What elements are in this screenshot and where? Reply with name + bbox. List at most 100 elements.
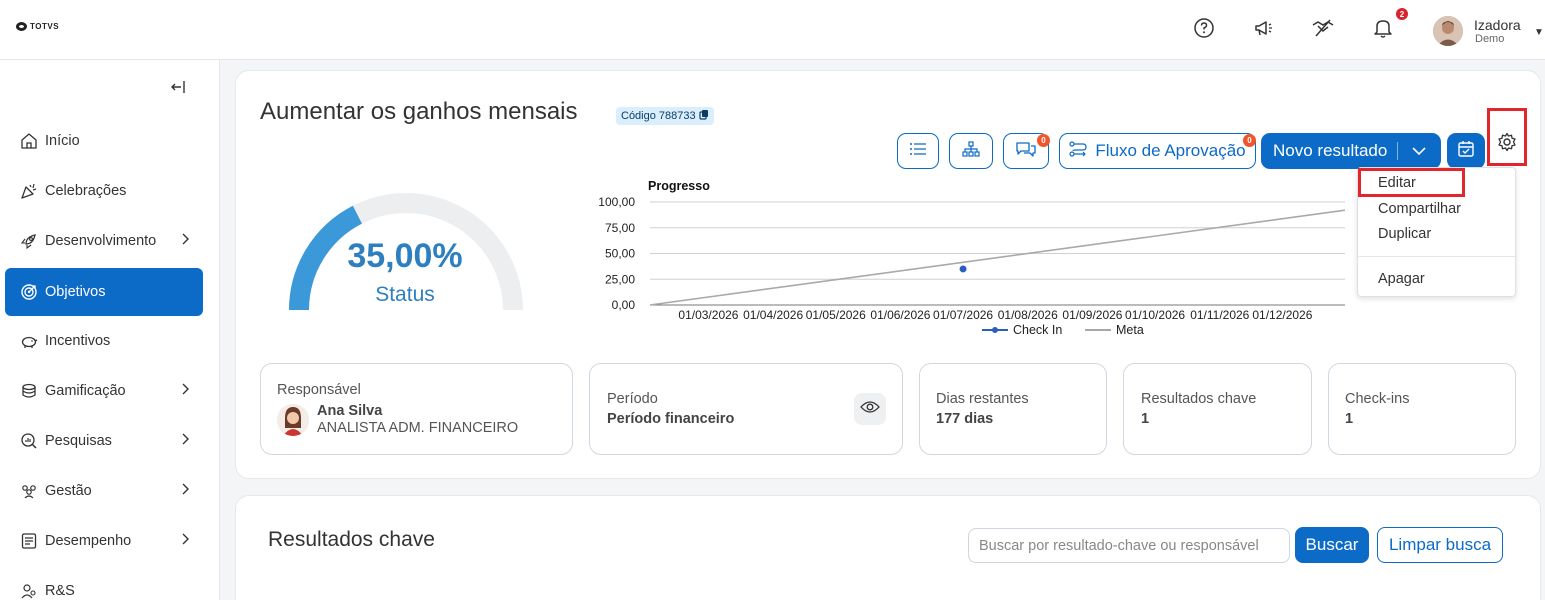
- y-tick-label: 50,00: [605, 247, 635, 261]
- notification-badge: 2: [1396, 8, 1408, 20]
- menu-item-duplicar[interactable]: Duplicar: [1378, 226, 1431, 242]
- new-result-button[interactable]: Novo resultado: [1261, 133, 1441, 169]
- search-button[interactable]: Buscar: [1295, 527, 1369, 563]
- legend-item[interactable]: Meta: [1085, 323, 1144, 337]
- sidebar-item-objetivos[interactable]: Objetivos: [5, 268, 203, 316]
- y-tick-label: 75,00: [605, 221, 635, 235]
- hierarchy-icon: [962, 140, 980, 162]
- search-chart-icon: [19, 431, 39, 451]
- sidebar-item-rs[interactable]: R&S: [5, 567, 203, 600]
- days-label: Dias restantes: [936, 391, 1029, 407]
- view-period-button[interactable]: [854, 393, 886, 425]
- chart-title: Progresso: [648, 179, 710, 193]
- party-icon: [19, 181, 39, 201]
- rocket-icon: [19, 231, 39, 251]
- gear-icon: [1497, 132, 1517, 157]
- checkins-card: [1328, 363, 1516, 455]
- responsible-card: [260, 363, 573, 455]
- list-icon: [909, 141, 927, 161]
- menu-divider: [1358, 256, 1515, 257]
- user-role: Demo: [1475, 33, 1505, 45]
- y-tick-label: 100,00: [598, 195, 635, 209]
- comments-count-badge: 0: [1037, 134, 1050, 147]
- menu-item-apagar[interactable]: Apagar: [1378, 271, 1425, 287]
- approval-count-badge: 0: [1243, 134, 1256, 147]
- avatar[interactable]: [277, 404, 309, 436]
- chevron-down-icon[interactable]: [1411, 143, 1427, 164]
- chevron-right-icon: [181, 382, 191, 400]
- calendar-check-button[interactable]: [1447, 133, 1485, 169]
- sidebar-item-gamificacao[interactable]: Gamificação: [5, 367, 203, 415]
- highlight-box: [1358, 168, 1465, 197]
- home-icon: [19, 131, 39, 151]
- x-tick-label: 01/07/2026: [933, 308, 993, 322]
- key-results-card: [1123, 363, 1312, 455]
- copy-icon[interactable]: [699, 109, 709, 123]
- x-tick-label: 01/12/2026: [1252, 308, 1312, 322]
- period-label: Período: [607, 391, 658, 407]
- legend-label: Check In: [1013, 323, 1062, 337]
- code-badge[interactable]: Código 788733: [616, 107, 714, 125]
- sidebar-item-label: Gestão: [45, 483, 92, 499]
- sidebar-item-gestao[interactable]: Gestão: [5, 467, 203, 515]
- user-name[interactable]: Izadora: [1474, 17, 1521, 33]
- sidebar-item-label: Objetivos: [45, 284, 106, 300]
- sidebar-item-inicio[interactable]: Início: [5, 117, 203, 165]
- sidebar-item-label: Pesquisas: [45, 433, 112, 449]
- target-icon: [19, 282, 39, 302]
- sidebar-item-label: Início: [45, 133, 80, 149]
- handshake-icon[interactable]: [1311, 16, 1335, 40]
- top-bar: TOTVS 2 Izadora Demo ▼: [0, 0, 1545, 60]
- sidebar-item-desenvolvimento[interactable]: Desenvolvimento: [5, 217, 203, 265]
- chevron-right-icon: [181, 432, 191, 450]
- x-tick-label: 01/06/2026: [870, 308, 930, 322]
- chat-icon: [1016, 141, 1036, 162]
- calendar-check-icon: [1457, 140, 1475, 163]
- hierarchy-button[interactable]: [949, 133, 993, 169]
- sidebar-item-celebracoes[interactable]: Celebrações: [5, 167, 203, 215]
- legend-item[interactable]: Check In: [982, 323, 1062, 337]
- checkins-label: Check-ins: [1345, 391, 1410, 407]
- sidebar-item-incentivos[interactable]: Incentivos: [5, 317, 203, 365]
- series-line-meta: [649, 209, 1345, 306]
- bell-icon[interactable]: [1371, 16, 1395, 40]
- chevron-right-icon: [181, 482, 191, 500]
- y-tick-label: 25,00: [605, 272, 635, 286]
- settings-button[interactable]: [1487, 108, 1527, 166]
- user-menu-caret-icon[interactable]: ▼: [1534, 27, 1544, 38]
- avatar[interactable]: [1433, 16, 1463, 46]
- data-point-check-in[interactable]: [959, 265, 967, 273]
- chevron-right-icon: [181, 232, 191, 250]
- days-card: [919, 363, 1107, 455]
- x-tick-label: 01/11/2026: [1190, 308, 1249, 322]
- responsible-name: Ana Silva: [317, 403, 383, 419]
- megaphone-icon[interactable]: [1252, 16, 1276, 40]
- logo-mark-icon: [16, 22, 27, 31]
- collapse-sidebar-icon[interactable]: [170, 80, 186, 97]
- list-view-button[interactable]: [897, 133, 939, 169]
- section-title: Resultados chave: [268, 528, 435, 551]
- coins-icon: [19, 381, 39, 401]
- clear-search-button[interactable]: Limpar busca: [1377, 527, 1503, 563]
- sidebar-item-desempenho[interactable]: Desempenho: [5, 517, 203, 565]
- sidebar-item-label: Incentivos: [45, 333, 111, 349]
- key-results-value: 1: [1141, 411, 1150, 427]
- totvs-logo[interactable]: TOTVS: [16, 22, 59, 31]
- legend-label: Meta: [1116, 323, 1144, 337]
- key-results-label: Resultados chave: [1141, 391, 1257, 407]
- x-tick-label: 01/09/2026: [1062, 308, 1122, 322]
- approval-flow-button[interactable]: Fluxo de Aprovação: [1059, 133, 1256, 169]
- search-input[interactable]: [968, 528, 1290, 563]
- recruit-icon: [19, 581, 39, 600]
- x-tick-label: 01/08/2026: [998, 308, 1058, 322]
- x-tick-label: 01/05/2026: [806, 308, 866, 322]
- x-tick-label: 01/10/2026: [1125, 308, 1185, 322]
- period-value: Período financeiro: [607, 411, 735, 427]
- sidebar-item-pesquisas[interactable]: Pesquisas: [5, 417, 203, 465]
- team-icon: [19, 481, 39, 501]
- menu-item-compartilhar[interactable]: Compartilhar: [1378, 201, 1461, 217]
- help-icon[interactable]: [1192, 16, 1216, 40]
- checklist-icon: [19, 531, 39, 551]
- sidebar-item-label: Desenvolvimento: [45, 233, 157, 249]
- x-tick-label: 01/04/2026: [743, 308, 803, 322]
